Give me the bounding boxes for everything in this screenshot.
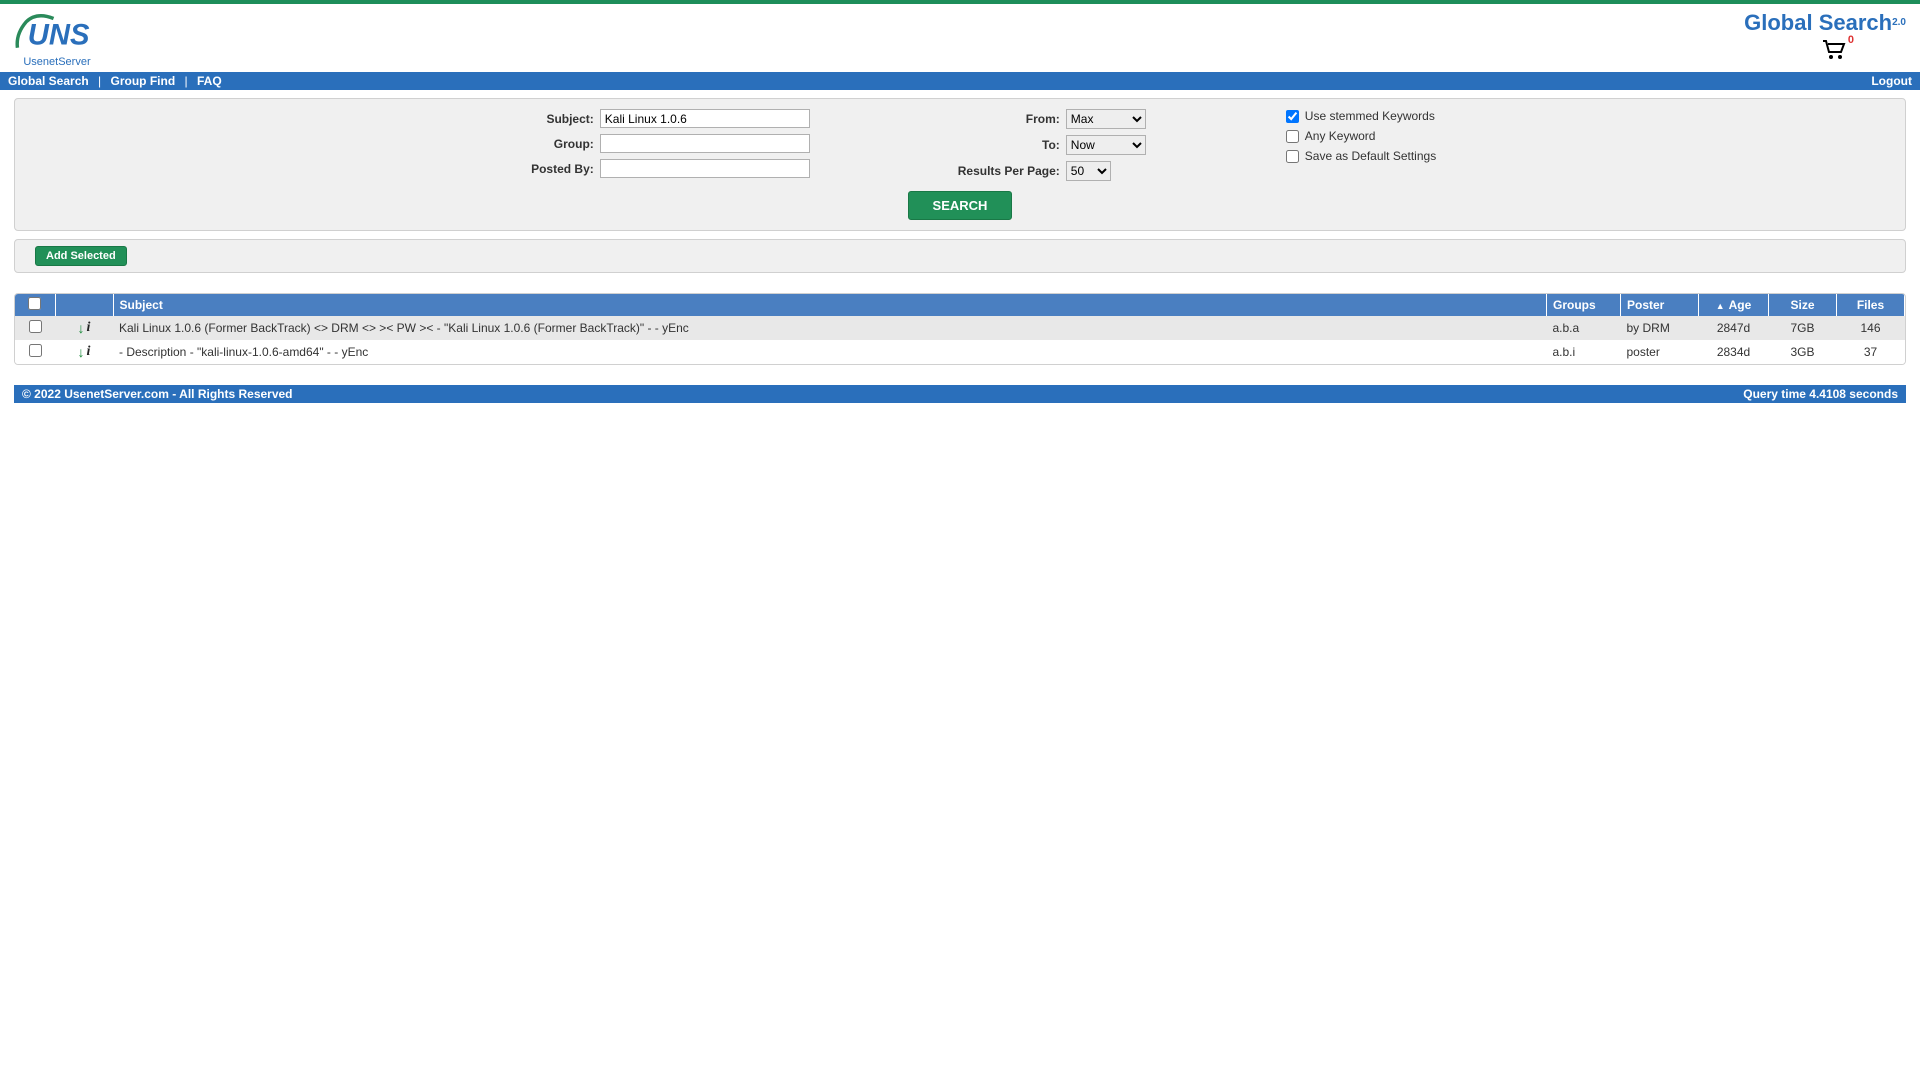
- cell-size: 7GB: [1769, 316, 1837, 340]
- logo-subtext: UsenetServer: [23, 56, 90, 68]
- checkbox-any-keyword-input[interactable]: [1286, 130, 1299, 143]
- nav-bar: Global Search | Group Find | FAQ Logout: [0, 72, 1920, 90]
- subject-input[interactable]: [600, 109, 810, 128]
- nav-logout[interactable]: Logout: [1871, 74, 1912, 88]
- header-poster[interactable]: Poster: [1621, 294, 1699, 316]
- label-group: Group:: [484, 137, 594, 151]
- label-from: From:: [950, 112, 1060, 126]
- checkbox-stemmed[interactable]: Use stemmed Keywords: [1286, 109, 1436, 123]
- cell-poster: by DRM: [1621, 316, 1699, 340]
- cart-icon: [1822, 40, 1846, 60]
- cell-subject[interactable]: - Description - "kali-linux-1.0.6-amd64"…: [113, 340, 1547, 364]
- footer: © 2022 UsenetServer.com - All Rights Res…: [14, 385, 1906, 403]
- cell-age: 2834d: [1699, 340, 1769, 364]
- select-all-checkbox[interactable]: [28, 297, 41, 310]
- row-checkbox[interactable]: [29, 344, 42, 357]
- checkbox-save-default-input[interactable]: [1286, 150, 1299, 163]
- checkbox-any-keyword-label: Any Keyword: [1305, 129, 1376, 143]
- info-icon[interactable]: i: [87, 344, 91, 360]
- checkbox-stemmed-label: Use stemmed Keywords: [1305, 109, 1435, 123]
- cart-count-badge: 0: [1848, 34, 1854, 46]
- nav-global-search[interactable]: Global Search: [8, 74, 89, 88]
- cell-groups: a.b.a: [1547, 316, 1621, 340]
- label-rpp: Results Per Page:: [950, 164, 1060, 178]
- to-select[interactable]: Now: [1066, 135, 1146, 155]
- results-toolbar: Add Selected: [14, 239, 1906, 273]
- from-select[interactable]: Max: [1066, 109, 1146, 129]
- label-posted-by: Posted By:: [484, 162, 594, 176]
- search-panel: Subject: Group: Posted By: From: Max: [14, 98, 1906, 231]
- label-to: To:: [950, 138, 1060, 152]
- header: UNS UsenetServer Global Search2.0 0: [0, 4, 1920, 72]
- search-button[interactable]: SEARCH: [908, 191, 1013, 220]
- checkbox-save-default[interactable]: Save as Default Settings: [1286, 149, 1436, 163]
- cell-size: 3GB: [1769, 340, 1837, 364]
- header-actions: [55, 294, 113, 316]
- download-icon[interactable]: ↓: [78, 320, 85, 336]
- footer-query-time: Query time 4.4108 seconds: [1743, 387, 1898, 401]
- header-subject[interactable]: Subject: [113, 294, 1547, 316]
- checkbox-stemmed-input[interactable]: [1286, 110, 1299, 123]
- cell-age: 2847d: [1699, 316, 1769, 340]
- nav-faq[interactable]: FAQ: [197, 74, 222, 88]
- search-col-middle: From: Max To: Now Results Per Page: 50: [950, 109, 1146, 181]
- header-select-all: [15, 294, 55, 316]
- header-files[interactable]: Files: [1837, 294, 1905, 316]
- search-col-left: Subject: Group: Posted By:: [484, 109, 810, 181]
- logo[interactable]: UNS UsenetServer: [14, 10, 100, 68]
- search-col-right: Use stemmed Keywords Any Keyword Save as…: [1286, 109, 1436, 181]
- checkbox-save-default-label: Save as Default Settings: [1305, 149, 1436, 163]
- cell-poster: poster: [1621, 340, 1699, 364]
- cart-button[interactable]: 0: [1822, 40, 1846, 63]
- nav-group-find[interactable]: Group Find: [111, 74, 176, 88]
- label-subject: Subject:: [484, 112, 594, 126]
- header-right: Global Search2.0 0: [1744, 10, 1906, 63]
- row-checkbox[interactable]: [29, 320, 42, 333]
- table-row: ↓i - Description - "kali-linux-1.0.6-amd6…: [15, 340, 1905, 364]
- nav-separator: |: [185, 74, 188, 88]
- cell-groups: a.b.i: [1547, 340, 1621, 364]
- info-icon[interactable]: i: [87, 320, 91, 336]
- posted-by-input[interactable]: [600, 159, 810, 178]
- add-selected-button[interactable]: Add Selected: [35, 246, 127, 266]
- results-table: Subject Groups Poster ▲Age Size Files ↓i…: [14, 293, 1906, 365]
- cell-files: 37: [1837, 340, 1905, 364]
- group-input[interactable]: [600, 134, 810, 153]
- header-groups[interactable]: Groups: [1547, 294, 1621, 316]
- svg-text:UNS: UNS: [28, 19, 90, 51]
- header-size[interactable]: Size: [1769, 294, 1837, 316]
- cell-subject[interactable]: Kali Linux 1.0.6 (Former BackTrack) <> D…: [113, 316, 1547, 340]
- header-age[interactable]: ▲Age: [1699, 294, 1769, 316]
- checkbox-any-keyword[interactable]: Any Keyword: [1286, 129, 1436, 143]
- page-title-version: 2.0: [1892, 17, 1906, 28]
- page-title: Global Search: [1744, 10, 1892, 35]
- download-icon[interactable]: ↓: [78, 344, 85, 360]
- cell-files: 146: [1837, 316, 1905, 340]
- nav-separator: |: [98, 74, 101, 88]
- table-row: ↓i Kali Linux 1.0.6 (Former BackTrack) <>…: [15, 316, 1905, 340]
- results-per-page-select[interactable]: 50: [1066, 161, 1111, 181]
- footer-copyright: © 2022 UsenetServer.com - All Rights Res…: [22, 387, 293, 401]
- sort-asc-icon: ▲: [1716, 301, 1725, 311]
- uns-logo-icon: UNS: [14, 12, 100, 56]
